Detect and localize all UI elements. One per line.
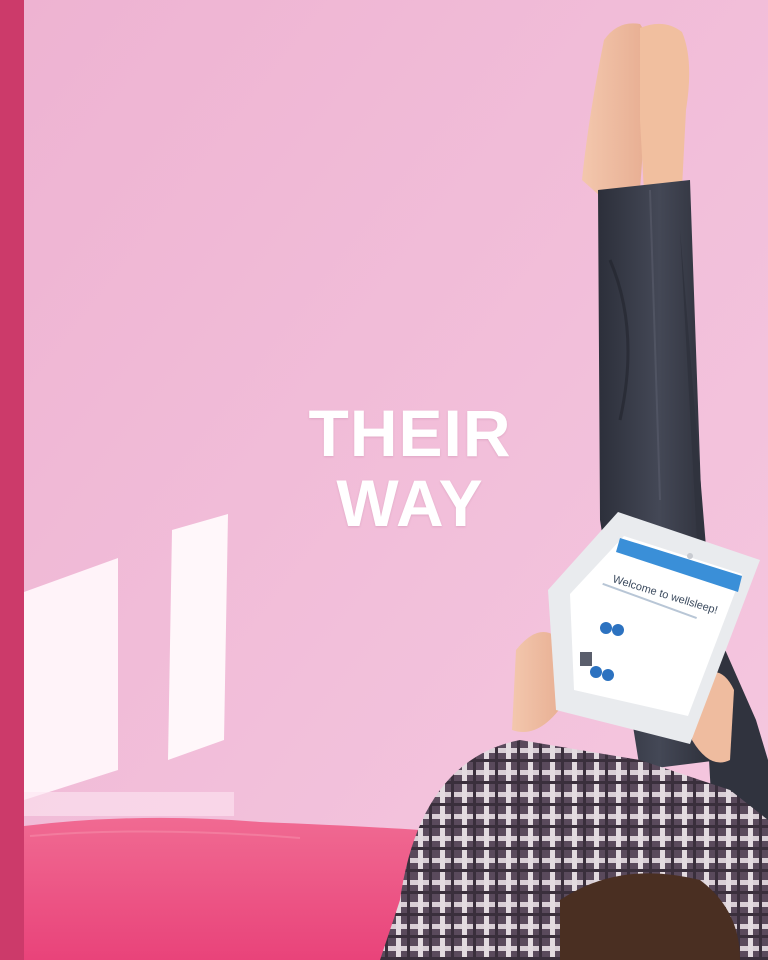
accent-side-bar: [0, 0, 24, 960]
ad-page: Welcome to wellsleep! THEIR WAY: [0, 0, 768, 960]
headline-line-2: WAY: [336, 466, 484, 540]
headline-line-1: THEIR: [308, 396, 512, 470]
headline: THEIR WAY: [250, 398, 570, 538]
